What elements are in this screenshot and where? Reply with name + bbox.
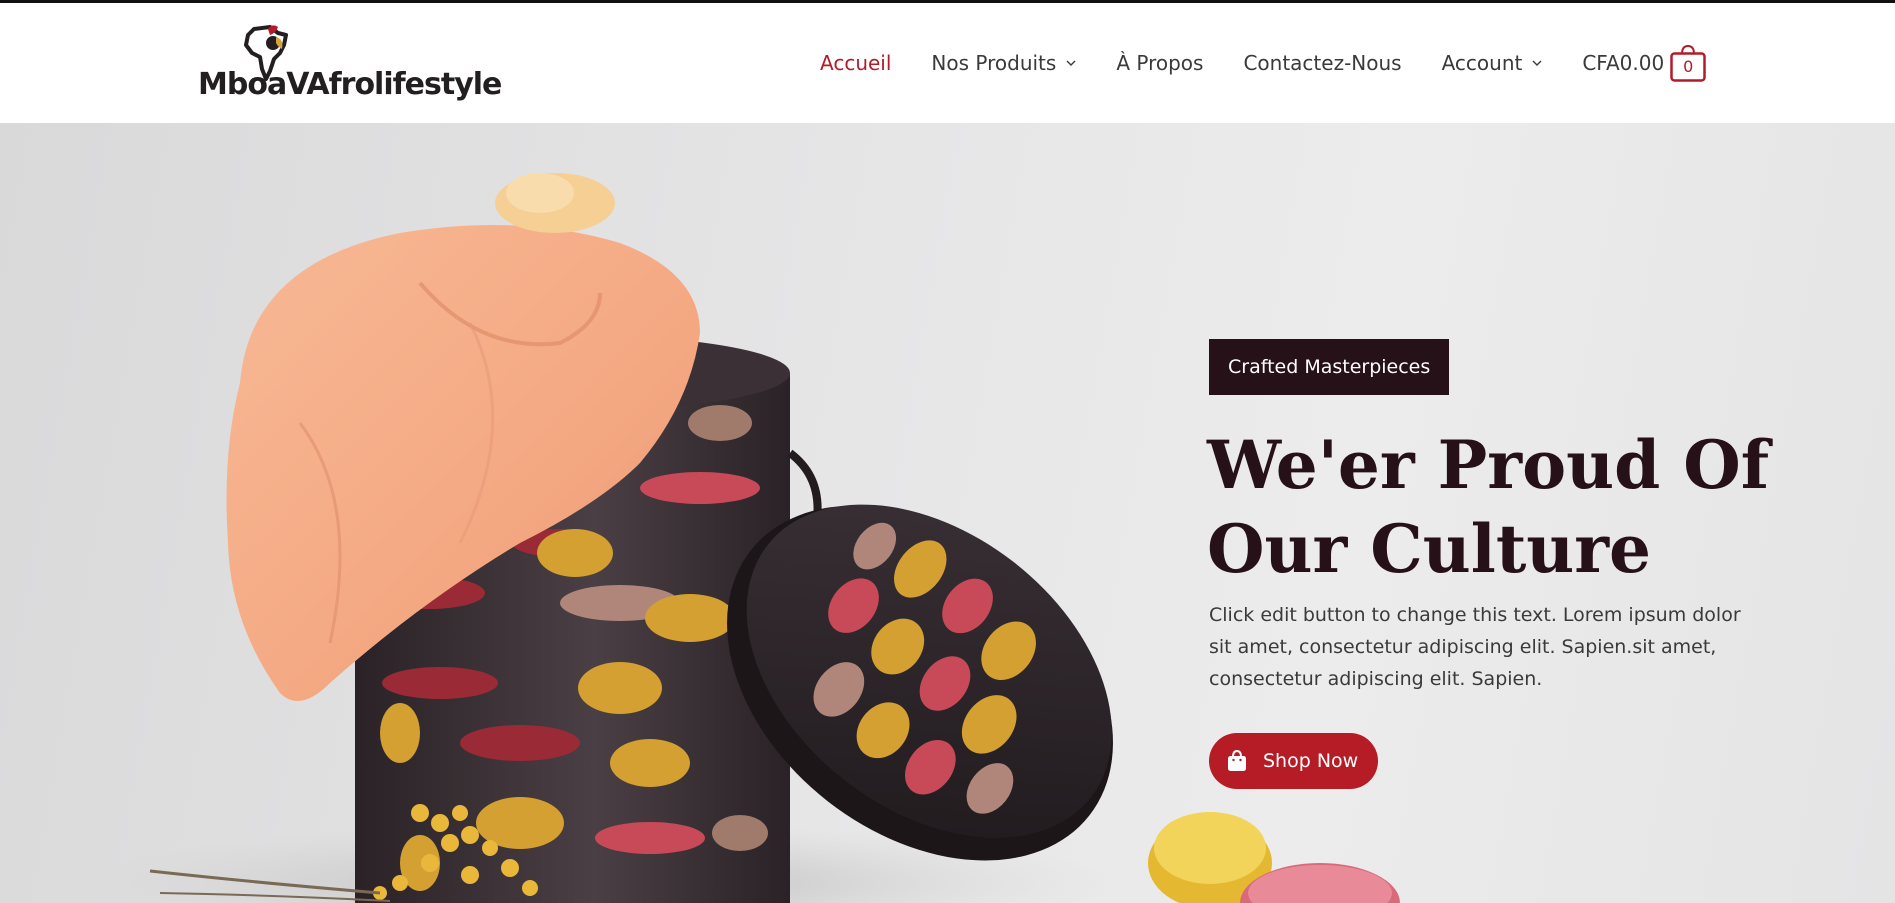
hero-title: We'er Proud Of Our Culture: [1207, 426, 1770, 588]
shop-now-button[interactable]: Shop Now: [1209, 733, 1379, 789]
shopping-bag-icon: [1228, 750, 1246, 771]
nav-item-nos-produits[interactable]: Nos Produits: [931, 51, 1076, 75]
nav-item-account[interactable]: Account: [1442, 51, 1543, 75]
nav-item-contactez-nous[interactable]: Contactez-Nous: [1243, 51, 1401, 75]
chevron-down-icon: [1066, 60, 1076, 66]
chevron-down-icon: [1532, 60, 1542, 66]
cart-total: CFA0.00: [1582, 51, 1665, 75]
nav-item-a-propos[interactable]: À Propos: [1116, 51, 1203, 75]
cart-bag: 0: [1670, 44, 1706, 82]
hero-section: Crafted Masterpieces We'er Proud Of Our …: [0, 123, 1895, 903]
hero-description: Click edit button to change this text. L…: [1209, 604, 1741, 690]
nav-item-accueil[interactable]: Accueil: [820, 51, 891, 75]
site-logo[interactable]: MboaVAfrolifestyle: [198, 23, 502, 107]
main-navigation: Accueil Nos Produits À Propos Contactez-…: [820, 3, 1706, 123]
site-header: MboaVAfrolifestyle Accueil Nos Produits …: [0, 3, 1895, 123]
nav-item-label: À Propos: [1116, 51, 1204, 75]
nav-item-label: Nos Produits: [931, 51, 1057, 75]
nav-item-label: Contactez-Nous: [1243, 51, 1402, 75]
shop-now-label: Shop Now: [1263, 750, 1359, 772]
nav-item-label: Accueil: [820, 51, 892, 75]
hero-badge: Crafted Masterpieces: [1209, 339, 1450, 395]
cart-link[interactable]: CFA0.00 0: [1582, 44, 1706, 82]
cart-count: 0: [1683, 57, 1694, 76]
site-logo-text: MboaVAfrolifestyle: [198, 67, 502, 102]
nav-item-label: Account: [1441, 51, 1523, 75]
